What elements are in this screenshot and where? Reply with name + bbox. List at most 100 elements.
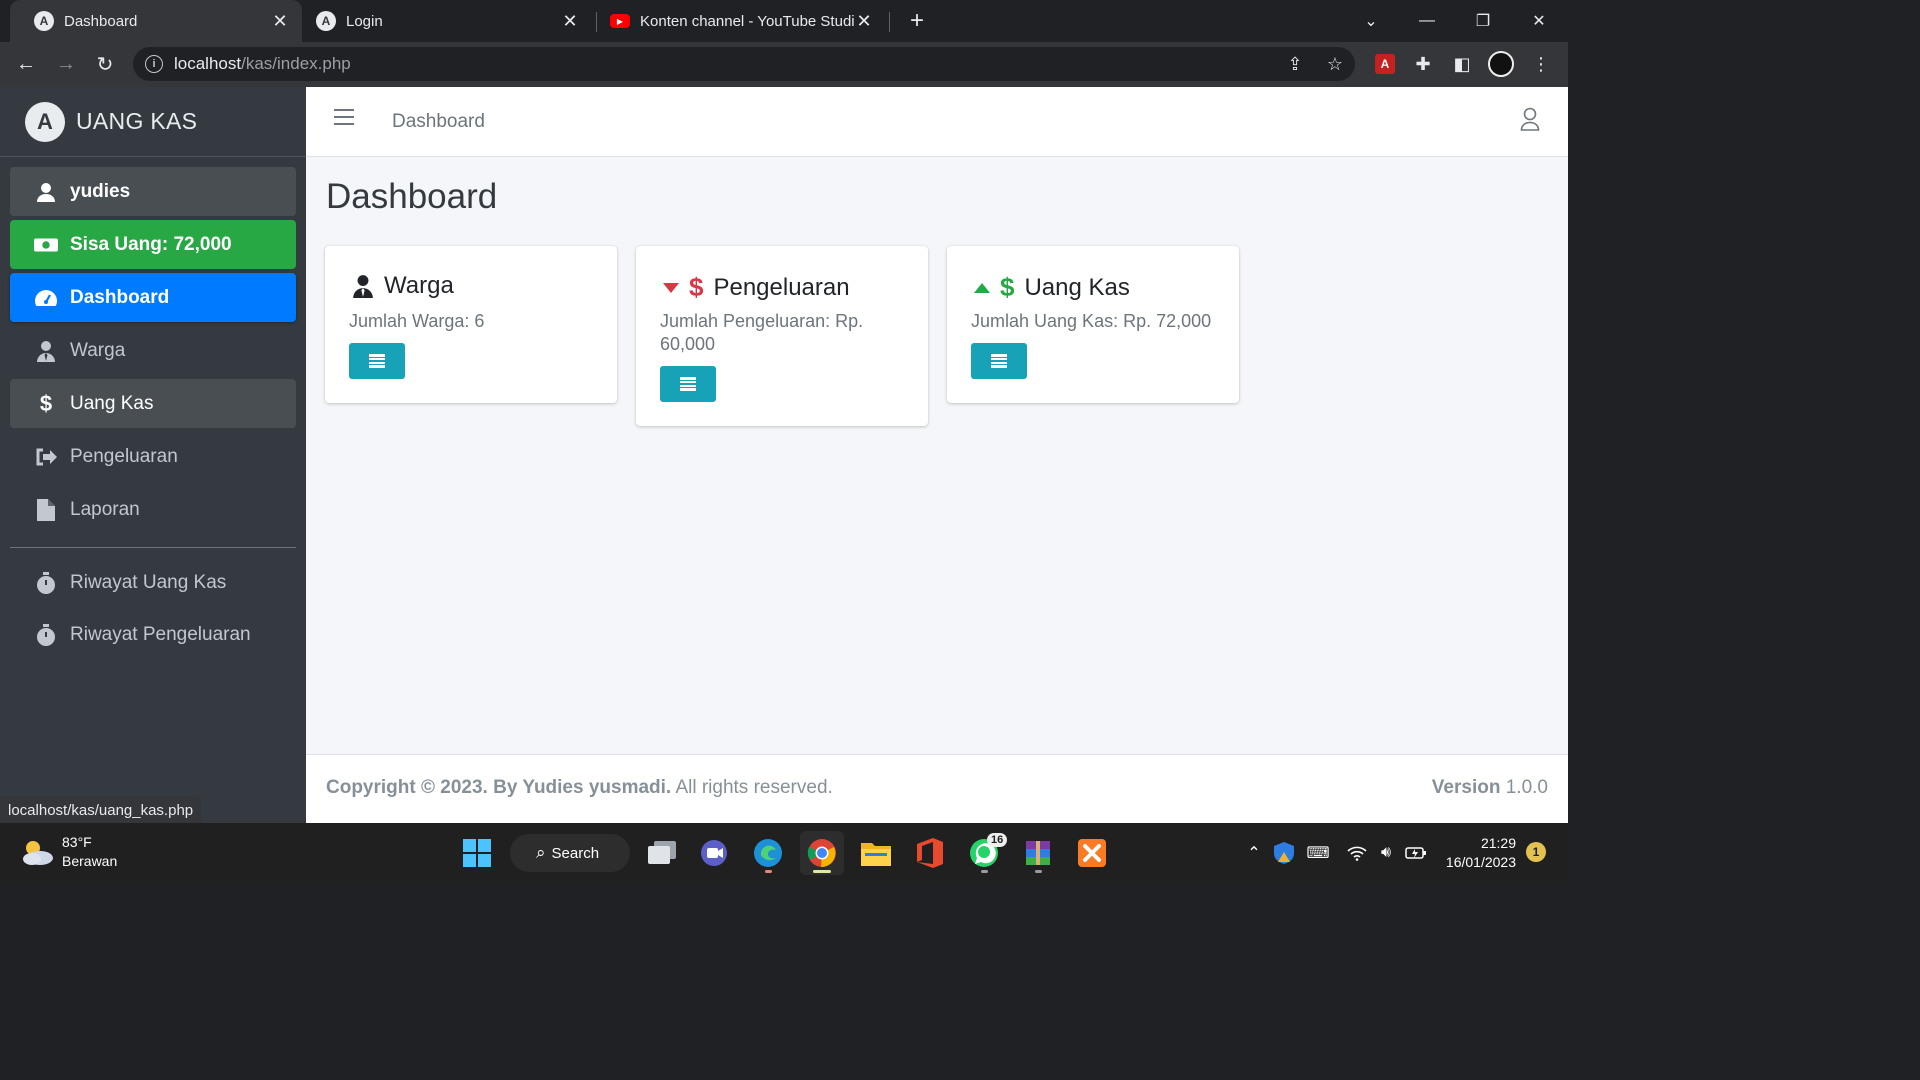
search-icon: ⌕: [536, 843, 546, 862]
minimize-icon[interactable]: —: [1402, 0, 1452, 42]
sidebar-item-label: Dashboard: [70, 286, 170, 308]
site-info-icon[interactable]: i: [145, 55, 163, 73]
sidebar-item-riwayat-pengeluaran[interactable]: Riwayat Pengeluaran: [10, 610, 296, 659]
office-icon[interactable]: [908, 831, 952, 875]
copyright-bold: Copyright © 2023. By Yudies yusmadi.: [326, 777, 672, 798]
file-explorer-icon[interactable]: [854, 831, 898, 875]
edge-browser-icon[interactable]: [746, 831, 790, 875]
xampp-icon[interactable]: [1070, 831, 1114, 875]
browser-menu-icon[interactable]: ⋮: [1529, 52, 1553, 76]
show-hidden-icons-icon[interactable]: ⌃: [1242, 841, 1266, 865]
battery-icon[interactable]: [1404, 841, 1428, 865]
share-icon[interactable]: ⇪: [1284, 53, 1306, 75]
wifi-icon[interactable]: [1345, 841, 1369, 865]
winrar-icon[interactable]: [1016, 831, 1060, 875]
tab-dashboard[interactable]: A Dashboard ✕: [10, 0, 302, 42]
tab-title: Dashboard: [64, 12, 138, 30]
sidebar-item-pengeluaran[interactable]: Pengeluaran: [10, 432, 296, 481]
windows-taskbar: 83°F Berawan ⌕ Search 16 ⌃ ⌨ 🔊︎ 21:29 16…: [0, 823, 1568, 882]
user-tie-icon: [34, 340, 58, 362]
sidebar-item-label: Riwayat Pengeluaran: [70, 623, 251, 645]
whatsapp-badge: 16: [987, 833, 1008, 847]
side-panel-icon[interactable]: ◧: [1450, 52, 1474, 76]
list-icon: [991, 354, 1007, 368]
reload-icon[interactable]: ↻: [91, 50, 119, 78]
user-menu-icon[interactable]: [1520, 107, 1540, 131]
sidebar-item-dashboard[interactable]: Dashboard: [10, 273, 296, 322]
money-bill-icon: [34, 236, 58, 254]
security-shield-icon[interactable]: [1272, 841, 1296, 865]
url-path: /kas/index.php: [241, 54, 351, 73]
new-tab-icon[interactable]: +: [904, 7, 930, 34]
taskbar-clock[interactable]: 21:29 16/01/2023: [1440, 834, 1516, 872]
notification-badge[interactable]: 1: [1526, 842, 1546, 862]
brand-link[interactable]: A UANG KAS: [0, 87, 306, 157]
sidebar-item-label: Warga: [70, 339, 126, 361]
start-button[interactable]: [455, 831, 499, 875]
tab-youtube-studio[interactable]: ▶ Konten channel - YouTube Studio ✕: [586, 0, 886, 42]
back-icon[interactable]: ←: [12, 50, 40, 78]
sidebar-item-laporan[interactable]: Laporan: [10, 485, 296, 534]
card-header: $ Uang Kas: [974, 272, 1130, 303]
taskbar-search[interactable]: ⌕ Search: [510, 834, 630, 872]
chrome-browser-icon[interactable]: [800, 831, 844, 875]
tab-login[interactable]: A Login ✕: [292, 0, 592, 42]
card-title: Pengeluaran: [713, 273, 850, 301]
browser-tabstrip: A Dashboard ✕ A Login ✕ ▶ Konten channel…: [0, 0, 1568, 42]
stopwatch-icon: [34, 571, 58, 594]
detail-button[interactable]: [349, 343, 405, 379]
version-label: Version: [1431, 777, 1501, 798]
teams-chat-icon[interactable]: [692, 831, 736, 875]
app-running-indicator: [765, 870, 772, 873]
dollar-icon: $: [1000, 272, 1015, 302]
address-bar[interactable]: i localhost/kas/index.php ⇪ ☆: [133, 47, 1355, 81]
tab-close-icon[interactable]: ✕: [854, 11, 874, 31]
weather-condition: Berawan: [62, 853, 118, 869]
hamburger-menu-icon[interactable]: [334, 107, 354, 127]
tab-search-icon[interactable]: ⌄: [1346, 0, 1396, 42]
extensions-puzzle-icon[interactable]: ✚: [1411, 52, 1435, 76]
sidebar: A UANG KAS yudies Sisa Uang: 72,000 Dash…: [0, 87, 306, 823]
whatsapp-icon[interactable]: 16: [962, 831, 1008, 875]
sidebar-balance[interactable]: Sisa Uang: 72,000: [10, 220, 296, 269]
dollar-icon: $: [689, 272, 704, 302]
card-warga: Warga Jumlah Warga: 6: [325, 246, 617, 403]
keyboard-icon[interactable]: ⌨: [1306, 841, 1330, 865]
tab-close-icon[interactable]: ✕: [560, 11, 580, 31]
sidebar-item-riwayat-uang-kas[interactable]: Riwayat Uang Kas: [10, 558, 296, 607]
detail-button[interactable]: [660, 366, 716, 402]
footer-copyright: Copyright © 2023. By Yudies yusmadi. All…: [326, 777, 833, 799]
card-uang-kas: $ Uang Kas Jumlah Uang Kas: Rp. 72,000: [947, 246, 1239, 403]
caret-down-icon: [663, 282, 679, 293]
bookmark-star-icon[interactable]: ☆: [1324, 53, 1346, 75]
footer-version: Version 1.0.0: [1432, 777, 1548, 799]
sidebar-item-label: Uang Kas: [70, 392, 154, 414]
user-icon: [34, 182, 58, 202]
sidebar-item-label: Riwayat Uang Kas: [70, 571, 227, 593]
sidebar-user-label: yudies: [70, 180, 131, 202]
app-favicon-icon: A: [34, 11, 54, 31]
app-favicon-icon: A: [316, 11, 336, 31]
volume-icon[interactable]: 🔊︎: [1374, 841, 1398, 865]
version-value: 1.0.0: [1500, 777, 1548, 798]
forward-icon[interactable]: →: [52, 50, 80, 78]
tab-close-icon[interactable]: ✕: [270, 11, 290, 31]
detail-button[interactable]: [971, 343, 1027, 379]
restore-icon[interactable]: ❐: [1458, 0, 1508, 42]
cloudy-weather-icon: [20, 837, 54, 867]
weather-widget[interactable]: 83°F Berawan: [20, 833, 117, 871]
sidebar-item-warga[interactable]: Warga: [10, 326, 296, 375]
close-window-icon[interactable]: ✕: [1514, 0, 1564, 42]
card-text: Jumlah Warga: 6: [349, 311, 485, 331]
task-view-icon[interactable]: [640, 831, 684, 875]
topnav-dashboard-link[interactable]: Dashboard: [392, 111, 485, 133]
sidebar-item-uang-kas[interactable]: $ Uang Kas: [10, 379, 296, 428]
page-title: Dashboard: [326, 177, 498, 216]
sidebar-item-label: Pengeluaran: [70, 445, 178, 467]
pdf-extension-icon[interactable]: A: [1375, 54, 1395, 74]
profile-avatar[interactable]: [1488, 51, 1514, 77]
sign-out-icon: [34, 447, 58, 467]
sidebar-divider: [10, 547, 296, 548]
sidebar-user[interactable]: yudies: [10, 167, 296, 216]
dollar-icon: $: [39, 390, 53, 416]
